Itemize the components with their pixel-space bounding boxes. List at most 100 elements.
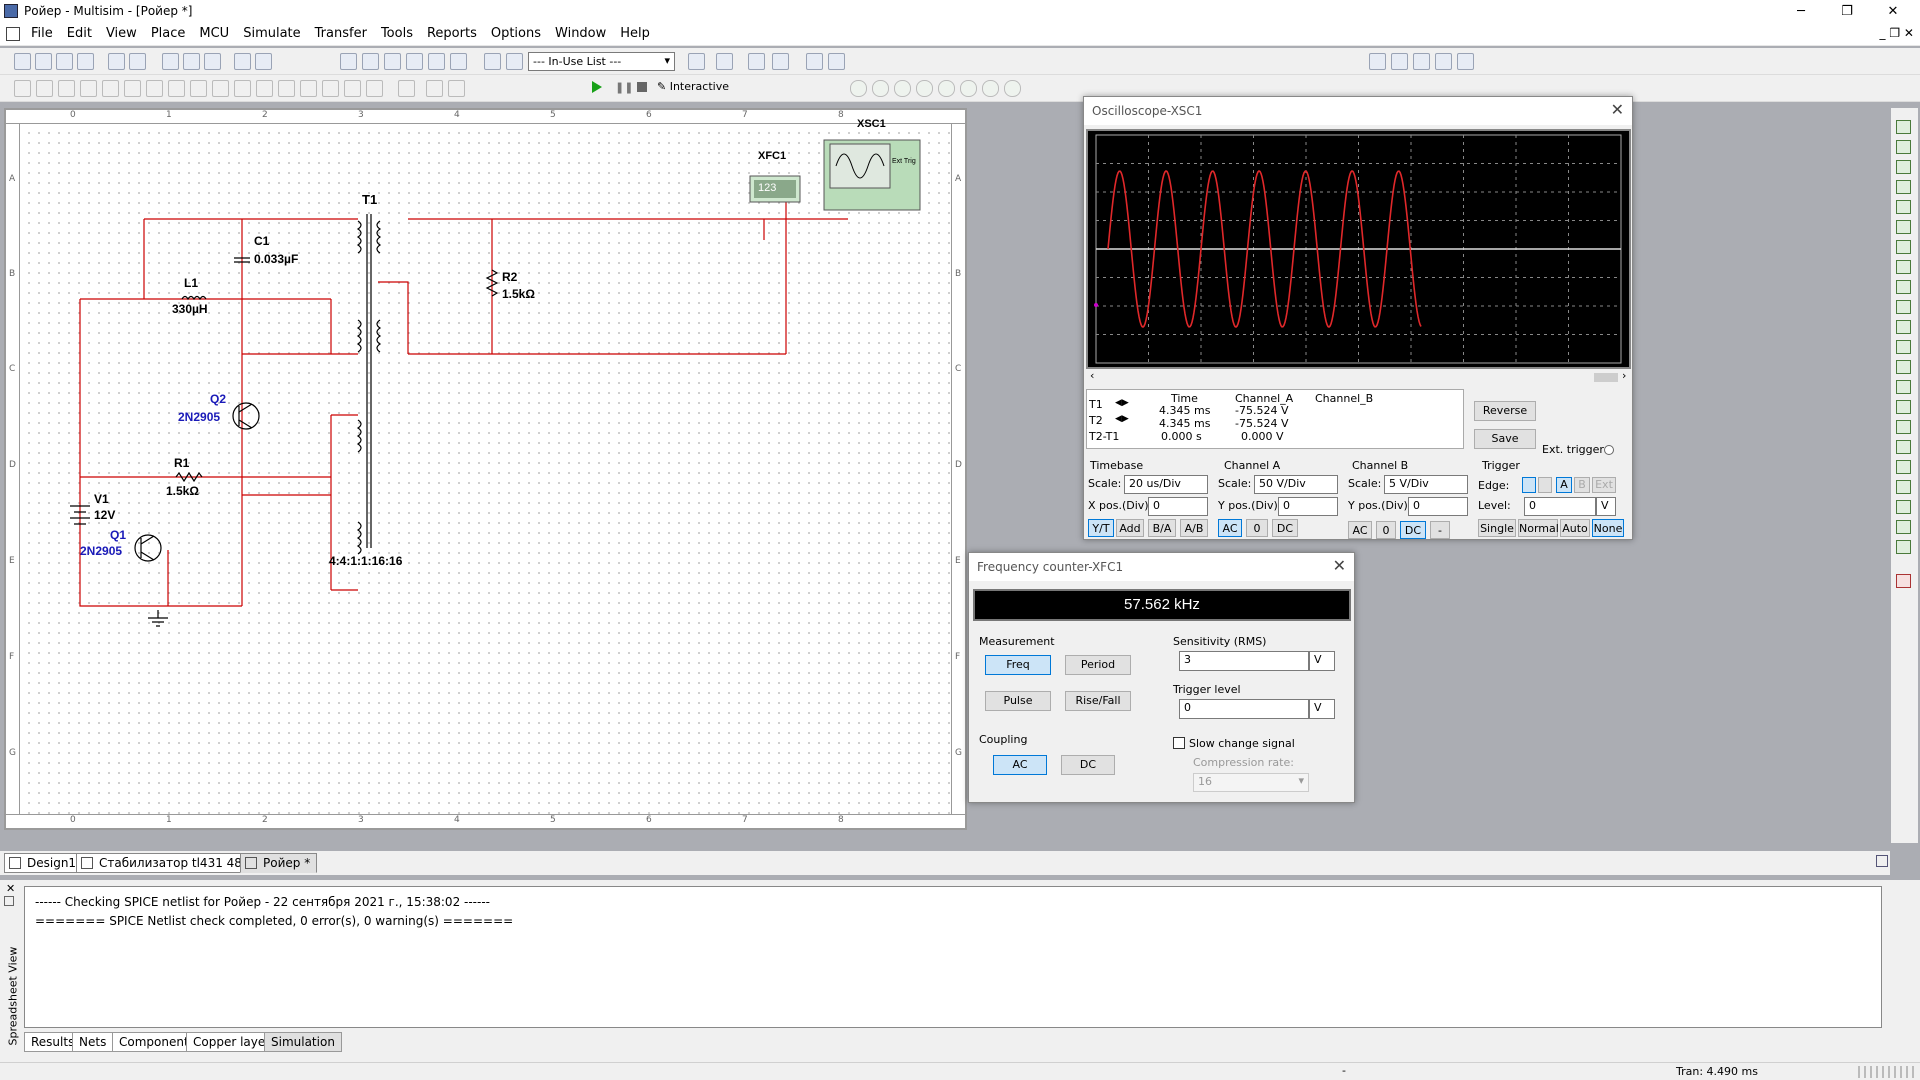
xfc1-label[interactable]: XFC1	[758, 150, 786, 162]
trigger-level-unit[interactable]: V	[1309, 699, 1335, 719]
place-basic-icon[interactable]	[36, 80, 53, 97]
copy-icon[interactable]	[183, 53, 200, 70]
chb-ypos-input[interactable]: 0	[1408, 497, 1468, 516]
mdi-controls[interactable]: _ ❐ ✕	[1880, 26, 1914, 40]
transfer-icon[interactable]	[772, 53, 789, 70]
tab-stabilizer[interactable]: Стабилизатор tl431 48V *	[76, 853, 267, 873]
zoom-out-icon[interactable]	[1391, 53, 1408, 70]
agilent-multimeter-icon[interactable]	[1896, 420, 1911, 434]
fullscreen-icon[interactable]	[1457, 53, 1474, 70]
cha-ac-button[interactable]: AC	[1218, 519, 1242, 537]
oscilloscope-titlebar[interactable]: Oscilloscope-XSC1 ✕	[1084, 97, 1632, 125]
menu-view[interactable]: View	[99, 26, 144, 41]
menu-reports[interactable]: Reports	[420, 26, 484, 41]
logic-analyzer-icon[interactable]	[1896, 300, 1911, 314]
ba-button[interactable]: B/A	[1148, 519, 1176, 537]
database-icon[interactable]	[384, 53, 401, 70]
v1-label[interactable]: V1	[94, 492, 109, 506]
subcircuit-icon[interactable]	[506, 53, 523, 70]
coupling-dc-button[interactable]: DC	[1061, 755, 1115, 775]
place-hier-block-icon[interactable]	[398, 80, 415, 97]
probe-power-icon[interactable]	[894, 80, 911, 97]
freq-button[interactable]: Freq	[985, 655, 1051, 675]
compression-select[interactable]: 16 ▾	[1193, 773, 1309, 792]
cut-icon[interactable]	[162, 53, 179, 70]
menu-options[interactable]: Options	[484, 26, 548, 41]
minimize-button[interactable]: ─	[1778, 0, 1824, 22]
menu-tools[interactable]: Tools	[374, 26, 420, 41]
labview-icon[interactable]	[1896, 480, 1911, 494]
menu-place[interactable]: Place	[144, 26, 193, 41]
interactive-mode[interactable]: ✎ Interactive	[657, 80, 729, 93]
close-icon[interactable]: ✕	[1333, 556, 1346, 575]
tab-simulation[interactable]: Simulation	[264, 1032, 342, 1052]
t1-label[interactable]: T1	[362, 192, 377, 207]
cha-scale-input[interactable]: 50 V/Div	[1254, 475, 1338, 494]
pause-icon[interactable]: ❚❚	[615, 81, 633, 94]
iv-analyzer-icon[interactable]	[1896, 320, 1911, 334]
probe-current-icon[interactable]	[872, 80, 889, 97]
undo-icon[interactable]	[234, 53, 251, 70]
close-icon[interactable]: ✕	[1611, 100, 1624, 119]
single-button[interactable]: Single	[1478, 519, 1516, 537]
find-icon[interactable]	[806, 53, 823, 70]
none-button[interactable]: None	[1592, 519, 1624, 537]
tektronix-scope-icon[interactable]	[1896, 460, 1911, 474]
close-button[interactable]: ✕	[1870, 0, 1916, 22]
forward-annotate-icon[interactable]	[716, 53, 733, 70]
distortion-analyzer-icon[interactable]	[1896, 340, 1911, 354]
coupling-ac-button[interactable]: AC	[993, 755, 1047, 775]
chb-zero-button[interactable]: 0	[1376, 521, 1396, 539]
place-mixed-icon[interactable]	[190, 80, 207, 97]
current-probe-icon[interactable]	[1896, 520, 1911, 534]
measurement-probe-icon[interactable]	[1896, 574, 1911, 588]
probe-icon[interactable]	[1896, 540, 1911, 554]
probe-diff-icon[interactable]	[916, 80, 933, 97]
back-annotate-icon[interactable]	[748, 53, 765, 70]
chb-minus-button[interactable]: -	[1430, 521, 1450, 539]
logic-converter-icon[interactable]	[1896, 280, 1911, 294]
trigger-level-input[interactable]: 0	[1179, 699, 1309, 719]
xsc1-label[interactable]: XSC1	[857, 118, 886, 130]
cha-ypos-input[interactable]: 0	[1278, 497, 1338, 516]
spreadsheet-icon[interactable]	[362, 53, 379, 70]
xpos-input[interactable]: 0	[1148, 497, 1208, 516]
print-preview-icon[interactable]	[129, 53, 146, 70]
place-mcu-icon[interactable]	[366, 80, 383, 97]
oscilloscope-icon[interactable]	[1896, 180, 1911, 194]
rising-edge-icon[interactable]	[1522, 477, 1536, 493]
spectrum-analyzer-icon[interactable]	[1896, 360, 1911, 374]
open-samples-icon[interactable]	[56, 53, 73, 70]
place-diode-icon[interactable]	[58, 80, 75, 97]
yt-button[interactable]: Y/T	[1088, 519, 1114, 537]
maximize-button[interactable]: ❐	[1824, 0, 1870, 22]
place-cmos-icon[interactable]	[146, 80, 163, 97]
help-icon[interactable]	[828, 53, 845, 70]
ext-trigger-terminal[interactable]	[1604, 445, 1614, 455]
agilent-scope-icon[interactable]	[1896, 440, 1911, 454]
probe-voltage-icon[interactable]	[850, 80, 867, 97]
place-misc-icon[interactable]	[256, 80, 273, 97]
t1-arrows-icon[interactable]: ◀▶	[1115, 398, 1129, 408]
freq-counter-window[interactable]: Frequency counter-XFC1 ✕ 57.562 kHz Measu…	[968, 552, 1355, 803]
new-icon[interactable]	[14, 53, 31, 70]
spreadsheet-log[interactable]: ------ Checking SPICE netlist for Ройер …	[24, 886, 1882, 1028]
erc-icon[interactable]	[688, 53, 705, 70]
scope-screen[interactable]	[1086, 129, 1631, 369]
tab-nets[interactable]: Nets	[72, 1032, 114, 1052]
normal-button[interactable]: Normal	[1518, 519, 1559, 537]
risefall-button[interactable]: Rise/Fall	[1065, 691, 1131, 711]
r1-label[interactable]: R1	[174, 456, 189, 470]
chb-ac-button[interactable]: AC	[1348, 521, 1372, 539]
c1-label[interactable]: C1	[254, 234, 269, 248]
freq-counter-titlebar[interactable]: Frequency counter-XFC1 ✕	[969, 553, 1354, 581]
four-channel-scope-icon[interactable]	[1896, 200, 1911, 214]
timebase-scale-input[interactable]: 20 us/Div	[1124, 475, 1208, 494]
chb-dc-button[interactable]: DC	[1400, 521, 1426, 539]
wattmeter-icon[interactable]	[1896, 160, 1911, 174]
postprocessor-icon[interactable]	[428, 53, 445, 70]
print-icon[interactable]	[108, 53, 125, 70]
probe-ref-icon[interactable]	[938, 80, 955, 97]
ni-elvis-icon[interactable]	[1896, 500, 1911, 514]
chevron-left-icon[interactable]: ‹	[1090, 369, 1094, 382]
